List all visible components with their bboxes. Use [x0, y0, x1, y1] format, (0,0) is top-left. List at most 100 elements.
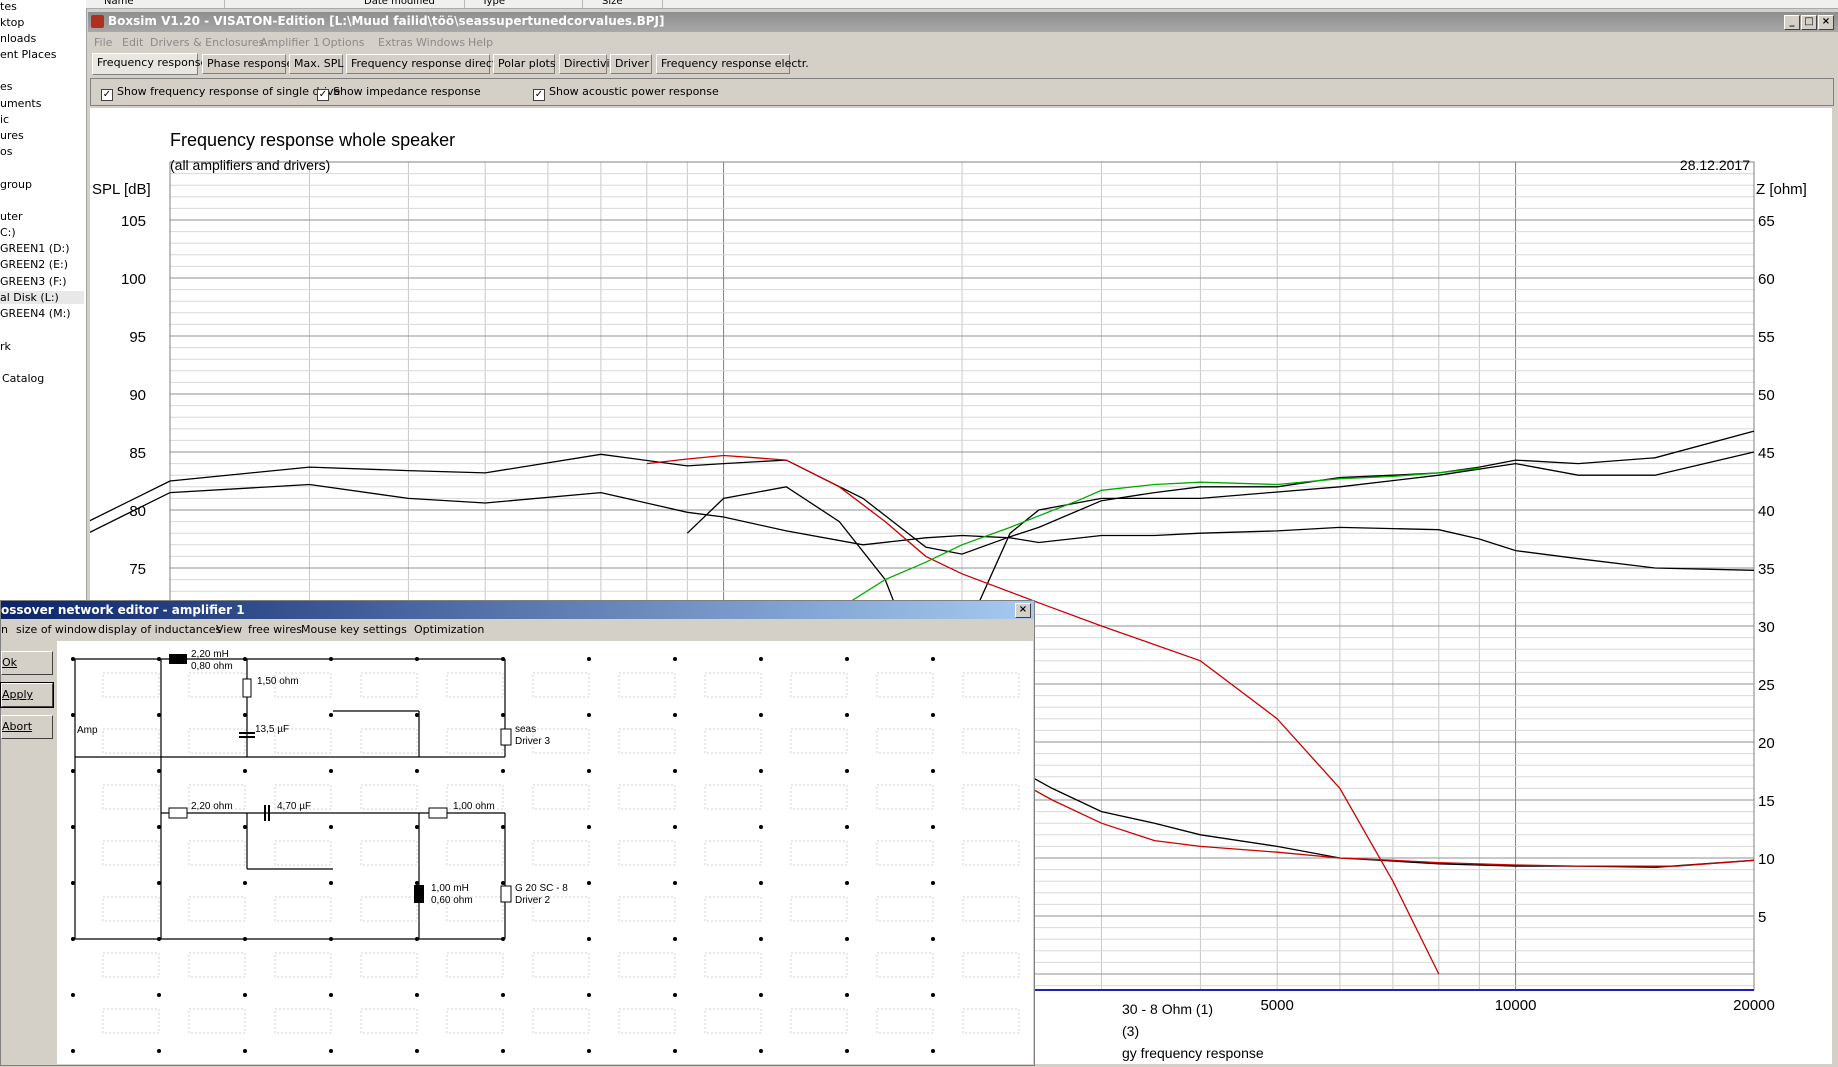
r1-label: 1,50 ohm	[257, 676, 299, 687]
menu-help[interactable]: Help	[468, 36, 493, 49]
crossover-menu-size-of-window[interactable]: size of window	[16, 623, 97, 636]
checkbox-label: Show frequency response of single drive	[117, 85, 341, 98]
y2-tick-label: 55	[1758, 329, 1775, 346]
y2-tick-label: 5	[1758, 909, 1766, 926]
checkbox-acoustic-power[interactable]: ✓ Show acoustic power response	[533, 85, 719, 101]
checkbox-label: Show impedance response	[333, 85, 481, 98]
r2-label: 2,20 ohm	[191, 801, 233, 812]
l2-resistance-label: 0,60 ohm	[431, 895, 473, 906]
amp-label: Amp	[77, 725, 98, 736]
y2-tick-label: 60	[1758, 271, 1775, 288]
chart-date: 28.12.2017	[1680, 157, 1750, 173]
nav-item-green3-f[interactable]: GREEN3 (F:)	[0, 275, 67, 288]
y2-tick-label: 45	[1758, 445, 1775, 462]
menu-options[interactable]: Options	[322, 36, 364, 49]
maximize-icon[interactable]: □	[1801, 15, 1817, 30]
inductor-l2[interactable]	[414, 885, 424, 903]
tab-directivity[interactable]: Directivity	[559, 54, 620, 74]
crossover-menu-display-of-inductances[interactable]: display of inductances	[98, 623, 221, 636]
c1-label: 13,5 µF	[255, 724, 289, 735]
column-type[interactable]: Type	[482, 0, 583, 8]
y2-axis-label: Z [ohm]	[1756, 181, 1807, 198]
legend-entry: 30 - 8 Ohm (1)	[1122, 1001, 1213, 1017]
nav-item-ktop[interactable]: ktop	[0, 16, 24, 29]
crossover-menu-view[interactable]: View	[216, 623, 242, 636]
nav-item-green1-d[interactable]: GREEN1 (D:)	[0, 242, 70, 255]
nav-item-ures[interactable]: ures	[0, 129, 24, 142]
nav-item-es[interactable]: es	[0, 80, 13, 93]
menu-windows[interactable]: Windows	[416, 36, 465, 49]
close-icon[interactable]: ×	[1015, 603, 1031, 618]
menu-amplifier-1[interactable]: Amplifier 1	[260, 36, 320, 49]
view-tabs: Frequency response. Phase response Max. SP…	[88, 53, 1838, 75]
tab-polar-plots[interactable]: Polar plots	[493, 54, 556, 74]
nav-item-c[interactable]: C:)	[0, 226, 16, 239]
tab-frequency-response-directions[interactable]: Frequency response directions	[346, 54, 519, 74]
apply-button[interactable]: Apply	[0, 682, 54, 708]
menu-edit[interactable]: Edit	[122, 36, 143, 49]
tab-max-spl[interactable]: Max. SPL	[289, 54, 343, 74]
tab-driver[interactable]: Driver	[610, 54, 652, 74]
nav-item-group[interactable]: group	[0, 178, 32, 191]
check-icon[interactable]: ✓	[533, 89, 545, 101]
nav-item-ent-places[interactable]: ent Places	[0, 48, 57, 61]
resistor-r1[interactable]	[242, 678, 252, 698]
menu-extras[interactable]: Extras	[378, 36, 413, 49]
column-size[interactable]: Size	[602, 0, 663, 8]
tab-phase-response[interactable]: Phase response	[202, 54, 293, 74]
column-date[interactable]: Date modified	[364, 0, 465, 8]
nav-item-os[interactable]: os	[0, 145, 12, 158]
nav-item-uter[interactable]: uter	[0, 210, 23, 223]
nav-item-green2-e[interactable]: GREEN2 (E:)	[0, 258, 68, 271]
window-title: Boxsim V1.20 - VISATON-Edition [L:\Muud …	[108, 14, 665, 28]
crossover-menu-free-wires[interactable]: free wires	[248, 623, 302, 636]
crossover-title-bar[interactable]: ossover network editor - amplifier 1 ×	[1, 601, 1034, 619]
ok-button[interactable]: Ok	[1, 651, 53, 675]
nav-item-uments[interactable]: uments	[0, 97, 41, 110]
checkbox-single-drive[interactable]: ✓ Show frequency response of single drive	[101, 85, 340, 101]
column-name[interactable]: Name	[104, 0, 225, 8]
nav-item-green4-m[interactable]: GREEN4 (M:)	[0, 307, 71, 320]
checkbox-impedance[interactable]: ✓ Show impedance response	[317, 85, 481, 101]
schematic-canvas[interactable]: Amp 2,20 mH 0,80 ohm 1,50 ohm 13,5 µF seas Dri…	[57, 641, 1033, 1067]
driver3-symbol[interactable]	[500, 728, 512, 746]
y2-tick-label: 50	[1758, 387, 1775, 404]
crossover-menu-optimization[interactable]: Optimization	[414, 623, 484, 636]
nav-item-al-disk-l[interactable]: al Disk (L:)	[0, 291, 84, 304]
menu-drivers-enclosures[interactable]: Drivers & Enclosures	[150, 36, 264, 49]
resistor-r3[interactable]	[428, 807, 448, 819]
y-axis-label: SPL [dB]	[92, 181, 151, 198]
close-icon[interactable]: ×	[1818, 15, 1834, 30]
legend-entry: gy frequency response	[1122, 1045, 1264, 1061]
crossover-menu-mouse-key-settings[interactable]: Mouse key settings	[301, 623, 407, 636]
x-tick-label: 5000	[1260, 997, 1293, 1014]
y2-tick-label: 20	[1758, 735, 1775, 752]
nav-item-tes[interactable]: tes	[0, 0, 17, 13]
driver2-label: Driver 2	[515, 895, 550, 906]
driver2-symbol[interactable]	[500, 885, 512, 903]
nav-item-nloads[interactable]: nloads	[0, 32, 36, 45]
y-tick-label: 85	[129, 445, 146, 462]
nav-item-ic[interactable]: ic	[0, 113, 9, 126]
nav-item-catalog[interactable]: Catalog	[2, 372, 44, 385]
driver3-name-label: seas	[515, 724, 536, 735]
abort-button[interactable]: Abort	[1, 715, 53, 739]
menu-file[interactable]: File	[94, 36, 112, 49]
tab-frequency-response[interactable]: Frequency response.	[92, 53, 211, 75]
crossover-schematic[interactable]: Amp2,20 mH0,80 ohm1,50 ohm13,5 µF seasDri…	[57, 641, 1033, 1067]
check-icon[interactable]: ✓	[101, 89, 113, 101]
y2-tick-label: 35	[1758, 561, 1775, 578]
nav-item-rk[interactable]: rk	[0, 340, 11, 353]
y-tick-label: 105	[121, 213, 146, 230]
tab-frequency-response-electr[interactable]: Frequency response electr.	[656, 54, 809, 74]
main-title-bar[interactable]: Boxsim V1.20 - VISATON-Edition [L:\Muud …	[88, 12, 1838, 32]
chart-subtitle: (all amplifiers and drivers)	[170, 157, 330, 173]
check-icon[interactable]: ✓	[317, 89, 329, 101]
minimize-icon[interactable]: _	[1784, 15, 1800, 30]
resistor-r2[interactable]	[168, 807, 188, 819]
crossover-menu-n[interactable]: n	[1, 623, 8, 636]
driver2-name-label: G 20 SC - 8	[515, 883, 568, 894]
y2-tick-label: 40	[1758, 503, 1775, 520]
checkbox-label: Show acoustic power response	[549, 85, 719, 98]
inductor-l1[interactable]	[169, 654, 187, 664]
